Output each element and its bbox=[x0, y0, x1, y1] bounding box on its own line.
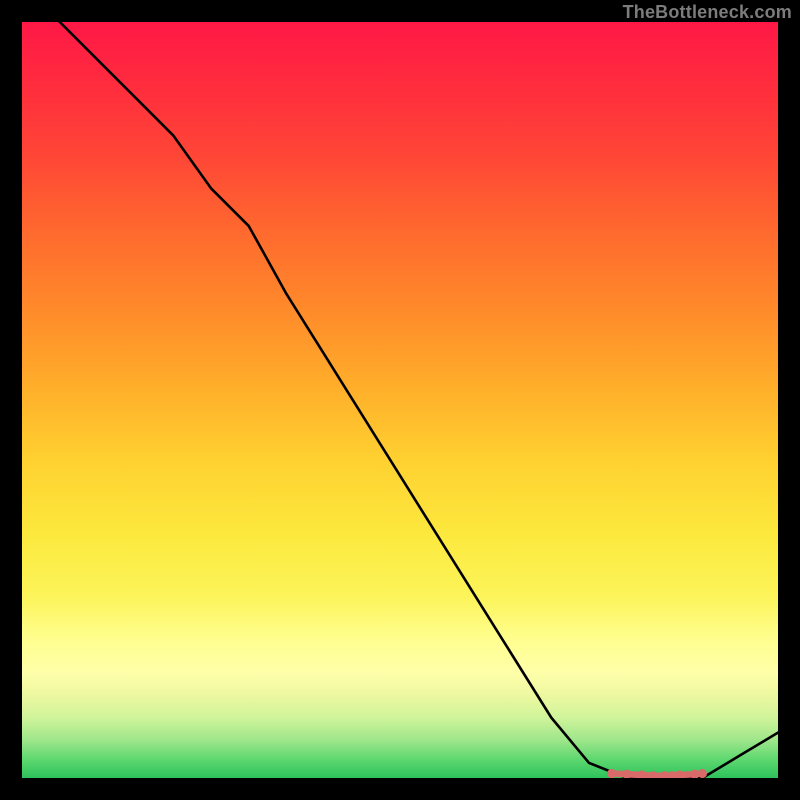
bottleneck-min-markers bbox=[607, 769, 707, 778]
bottleneck-curve bbox=[22, 22, 778, 778]
watermark-text: TheBottleneck.com bbox=[623, 2, 792, 23]
chart-stage: TheBottleneck.com bbox=[0, 0, 800, 800]
chart-overlay-svg bbox=[22, 22, 778, 778]
